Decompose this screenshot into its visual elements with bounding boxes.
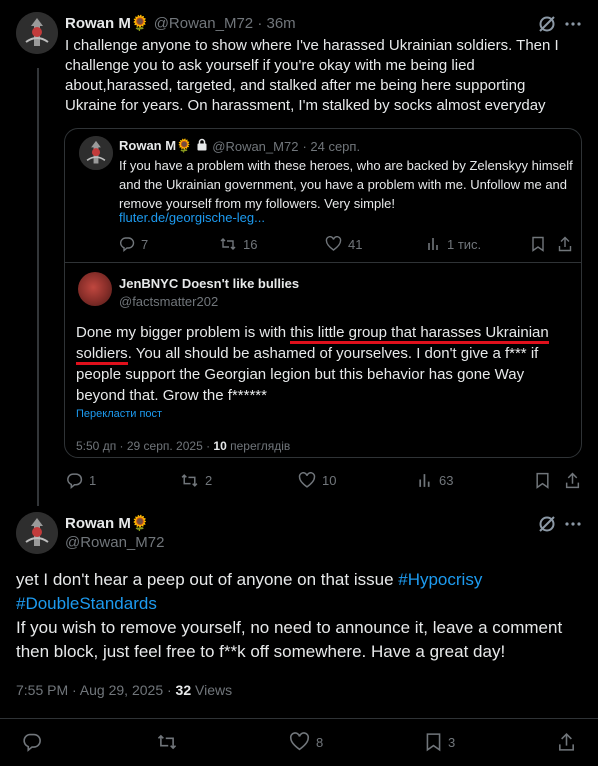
share-icon[interactable] [558,732,575,757]
views-count: 63 [439,473,454,488]
avatar[interactable] [78,272,112,306]
bookmark-icon[interactable] [531,236,545,257]
like-count: 41 [348,236,363,252]
avatar[interactable] [16,12,58,54]
repost-icon [157,734,177,750]
nested-text: Done my bigger problem is with this litt… [76,322,572,406]
like-icon [298,472,316,488]
bookmark-button[interactable]: 3 [425,732,455,752]
reply-icon [120,237,135,252]
repost-button[interactable]: 2 [180,472,212,489]
like-count: 8 [316,734,324,750]
lock-icon [196,138,208,154]
like-button[interactable]: 41 [325,236,362,252]
divider [65,262,581,263]
repost-icon [181,474,198,487]
tweet-header: Rowan M🌻 @Rowan_M72 · 36m [65,14,296,32]
reply-icon [23,733,41,752]
repost-button[interactable]: 16 [219,236,257,252]
reply-icon [67,473,83,489]
more-icon[interactable] [564,514,582,539]
repost-icon [220,238,236,250]
tweet-meta: 7:55 PM · Aug 29, 2025 · 32 Views [16,682,232,698]
nested-views-count: 10 [213,439,227,453]
views-icon [428,238,438,250]
views-count: 32 [175,682,192,698]
handle[interactable]: @factsmatter202 [119,294,218,309]
nested-meta: 5:50 дп · 29 серп. 2025 · 10 переглядів [76,439,290,453]
avatar[interactable] [79,136,113,170]
thread-connector [37,68,39,506]
views-count: 1 тис. [447,236,482,252]
display-name[interactable]: Rowan M🌻 [65,514,150,532]
like-icon [325,236,342,251]
bookmark-count: 3 [448,734,456,750]
timestamp[interactable]: · 36m [257,15,295,32]
reply-count: 7 [141,236,149,252]
handle[interactable]: @Rowan_M72 [154,15,253,32]
tweet-text: I challenge anyone to show where I've ha… [65,37,559,114]
reply-button[interactable]: 1 [66,472,96,489]
display-name[interactable]: Rowan M🌻 [65,15,150,32]
repost-button[interactable] [156,732,184,752]
tweet-text-part: yet I don't hear a peep out of anyone on… [16,570,399,589]
repost-count: 16 [243,236,258,252]
underlined-text: this little group that harasses Ukrainia… [290,324,549,344]
repost-count: 2 [205,473,213,488]
nested-timestamp[interactable]: 5:50 дп · 29 серп. 2025 · [76,439,213,453]
quote-link[interactable]: fluter.de/georgische-leg... [119,210,265,225]
nested-text-part: Done my bigger problem is with [76,324,291,341]
quote-text: If you have a problem with these heroes,… [119,158,573,211]
hashtag-link[interactable]: #DoubleStandards [16,594,157,613]
reply-button[interactable] [22,732,48,752]
grok-icon[interactable] [537,514,557,539]
like-icon [290,732,309,751]
like-button[interactable]: 8 [289,732,323,752]
display-name[interactable]: Rowan M🌻 [119,138,192,154]
quote-header: Rowan M🌻 @Rowan_M72 · 24 серп. [119,138,360,154]
share-icon[interactable] [558,236,572,257]
underlined-text: soldiers [76,345,128,365]
tweet-timestamp[interactable]: 7:55 PM · Aug 29, 2025 · [16,682,176,698]
bookmark-icon [426,733,441,752]
reply-count: 1 [89,473,97,488]
handle[interactable]: @Rowan_M72 [212,139,298,154]
avatar[interactable] [16,512,58,554]
timestamp[interactable]: · 24 серп. [302,139,360,154]
hashtag-link[interactable]: #Hypocrisy [398,570,482,589]
like-count: 10 [322,473,337,488]
bookmark-icon[interactable] [535,472,550,494]
handle[interactable]: @Rowan_M72 [65,534,164,551]
views-label: Views [191,682,233,698]
nested-text-part: . You all should be ashamed of yourselve… [76,345,539,404]
views-button[interactable]: 1 тис. [427,236,481,252]
tweet-text: yet I don't hear a peep out of anyone on… [16,568,588,664]
share-icon[interactable] [565,472,580,494]
tweet-text-part: If you wish to remove yourself, no need … [16,618,563,661]
views-button[interactable]: 63 [418,472,453,489]
views-icon [419,474,430,487]
divider [0,718,598,719]
nested-views-label: переглядів [226,439,291,453]
display-name[interactable]: JenBNYC Doesn't like bullies [119,276,299,291]
reply-button[interactable]: 7 [119,236,148,252]
like-button[interactable]: 10 [298,472,336,489]
translate-link[interactable]: Перекласти пост [76,408,162,420]
